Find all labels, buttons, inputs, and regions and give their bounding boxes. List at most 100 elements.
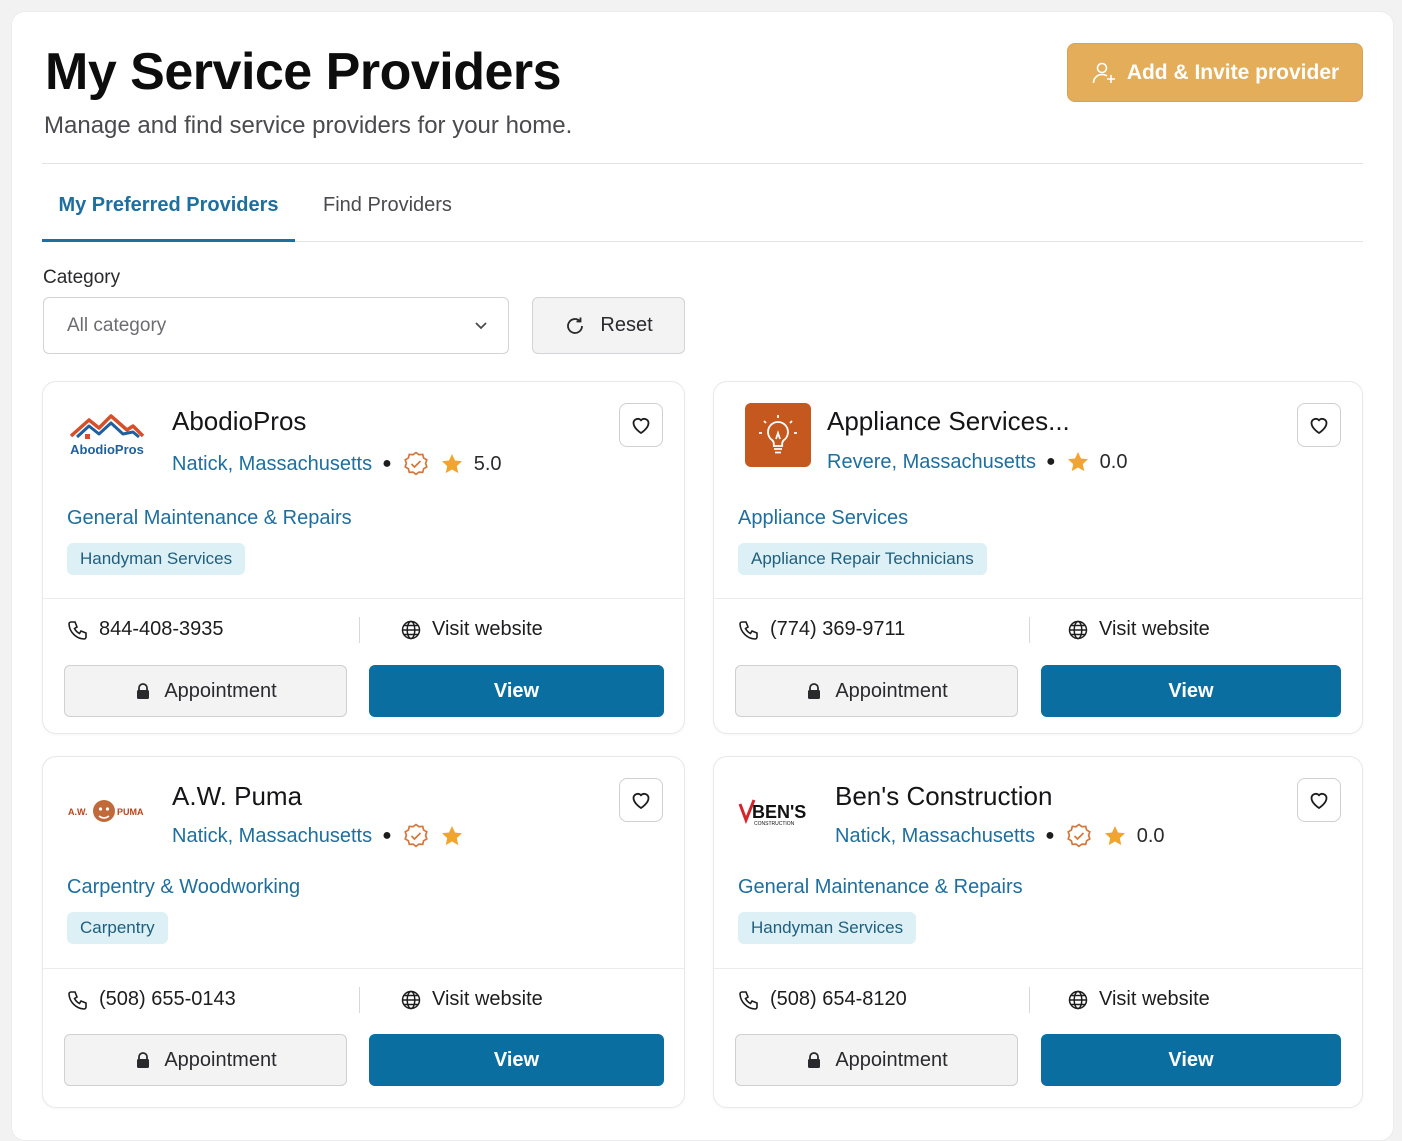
favorite-button[interactable] <box>619 778 663 822</box>
favorite-button[interactable] <box>619 403 663 447</box>
appointment-label: Appointment <box>835 679 948 702</box>
appointment-button[interactable]: Appointment <box>64 665 347 717</box>
provider-category[interactable]: Appliance Services <box>738 507 908 530</box>
globe-icon <box>401 620 421 639</box>
globe-icon <box>401 990 421 1009</box>
provider-meta: Revere, Massachusetts ● 0.0 <box>827 450 1127 474</box>
contact-separator <box>359 987 360 1013</box>
add-invite-provider-button[interactable]: Add & Invite provider <box>1067 43 1363 102</box>
appointment-label: Appointment <box>835 1048 948 1071</box>
provider-logo: A.W. PUMA <box>67 777 151 843</box>
provider-rating: 5.0 <box>473 452 502 475</box>
contact-separator <box>359 617 360 643</box>
service-tag: Appliance Repair Technicians <box>738 543 987 575</box>
provider-location: Natick, Massachusetts <box>835 824 1036 847</box>
bens-logo-text: BEN'S <box>752 802 806 822</box>
puma-logo-text-right: PUMA <box>117 807 144 817</box>
phone-number: (508) 655-0143 <box>99 988 236 1010</box>
view-button[interactable]: View <box>369 1034 664 1086</box>
lock-icon <box>137 683 150 699</box>
provider-meta: Natick, Massachusetts ● 0.0 <box>835 822 1165 850</box>
globe-icon <box>1068 990 1088 1009</box>
provider-card: A.W. PUMA A.W. Puma Natick, Massachusett… <box>42 756 685 1108</box>
service-tag: Handyman Services <box>67 543 246 575</box>
visit-website-label: Visit website <box>1099 988 1210 1010</box>
phone-number: 844-408-3935 <box>99 618 224 640</box>
appointment-label: Appointment <box>164 679 277 702</box>
lock-icon <box>137 1052 150 1068</box>
provider-category[interactable]: General Maintenance & Repairs <box>67 507 352 530</box>
main-panel: My Service Providers Manage and find ser… <box>11 11 1394 1141</box>
star-icon <box>1066 450 1090 474</box>
provider-name: AbodioPros <box>172 406 307 436</box>
lightbulb-icon <box>759 415 797 454</box>
visit-website-label: Visit website <box>432 618 543 640</box>
view-button[interactable]: View <box>1041 1034 1341 1086</box>
provider-name: Appliance Services... <box>827 406 1070 436</box>
category-select-value: All category <box>67 314 167 336</box>
provider-card: AbodioPros AbodioPros Natick, Massachuse… <box>42 381 685 734</box>
provider-meta: Natick, Massachusetts ● 5.0 <box>172 450 502 478</box>
lock-icon <box>808 1052 821 1068</box>
service-tag: Handyman Services <box>738 912 917 944</box>
appointment-button[interactable]: Appointment <box>735 1034 1018 1086</box>
appointment-button[interactable]: Appointment <box>735 665 1018 717</box>
heart-icon <box>1310 417 1328 435</box>
provider-logo: AbodioPros <box>67 402 147 468</box>
view-button[interactable]: View <box>369 665 664 717</box>
provider-logo <box>738 402 818 468</box>
globe-icon <box>1068 620 1088 639</box>
visit-website-link[interactable]: Visit website <box>1067 988 1210 1011</box>
lock-icon <box>808 683 821 699</box>
visit-website-label: Visit website <box>1099 618 1210 640</box>
phone-icon <box>68 990 87 1010</box>
favorite-button[interactable] <box>1297 403 1341 447</box>
view-button[interactable]: View <box>1041 665 1341 717</box>
star-icon <box>440 452 464 476</box>
tab-my-preferred-providers[interactable]: My Preferred Providers <box>42 182 295 242</box>
phone-icon <box>68 620 87 640</box>
phone-number: (774) 369-9711 <box>770 618 906 640</box>
provider-location: Revere, Massachusetts <box>827 450 1036 473</box>
category-select[interactable]: All category <box>43 297 509 354</box>
provider-category[interactable]: Carpentry & Woodworking <box>67 876 300 899</box>
phone-link[interactable]: (508) 654-8120 <box>738 988 907 1011</box>
service-tag: Carpentry <box>67 912 168 944</box>
visit-website-link[interactable]: Visit website <box>400 618 543 641</box>
provider-meta: Natick, Massachusetts ● <box>172 822 474 850</box>
verified-badge-icon <box>1065 822 1093 850</box>
heart-icon <box>1310 792 1328 810</box>
header-divider <box>42 163 1363 164</box>
provider-rating: 0.0 <box>1136 824 1165 847</box>
provider-logo: BEN'S CONSTRUCTION <box>738 777 818 843</box>
bens-logo-subtext: CONSTRUCTION <box>754 821 795 827</box>
star-icon <box>1103 824 1127 848</box>
favorite-button[interactable] <box>1297 778 1341 822</box>
verified-badge-icon <box>402 450 430 478</box>
phone-link[interactable]: 844-408-3935 <box>67 618 224 641</box>
verified-badge-icon <box>402 822 430 850</box>
contact-separator <box>1029 617 1030 643</box>
tab-find-providers[interactable]: Find Providers <box>323 182 452 242</box>
contact-separator <box>1029 987 1030 1013</box>
visit-website-link[interactable]: Visit website <box>1067 618 1210 641</box>
star-icon <box>440 824 464 848</box>
provider-name: A.W. Puma <box>172 781 303 811</box>
provider-card: Appliance Services... Revere, Massachuse… <box>713 381 1363 734</box>
separator-dot: ● <box>1045 453 1056 470</box>
page-subtitle: Manage and find service providers for yo… <box>44 112 573 139</box>
refresh-icon <box>564 315 586 337</box>
abodiopros-logo-text: AbodioPros <box>70 442 144 457</box>
appointment-button[interactable]: Appointment <box>64 1034 347 1086</box>
provider-rating: 0.0 <box>1099 450 1128 473</box>
provider-category[interactable]: General Maintenance & Repairs <box>738 876 1023 899</box>
category-label: Category <box>43 267 121 288</box>
provider-location: Natick, Massachusetts <box>172 824 373 847</box>
visit-website-link[interactable]: Visit website <box>400 988 543 1011</box>
reset-button[interactable]: Reset <box>532 297 685 354</box>
appointment-label: Appointment <box>164 1048 277 1071</box>
phone-link[interactable]: (774) 369-9711 <box>738 618 905 641</box>
phone-link[interactable]: (508) 655-0143 <box>67 988 236 1011</box>
separator-dot: ● <box>382 827 392 844</box>
card-divider <box>43 968 684 969</box>
